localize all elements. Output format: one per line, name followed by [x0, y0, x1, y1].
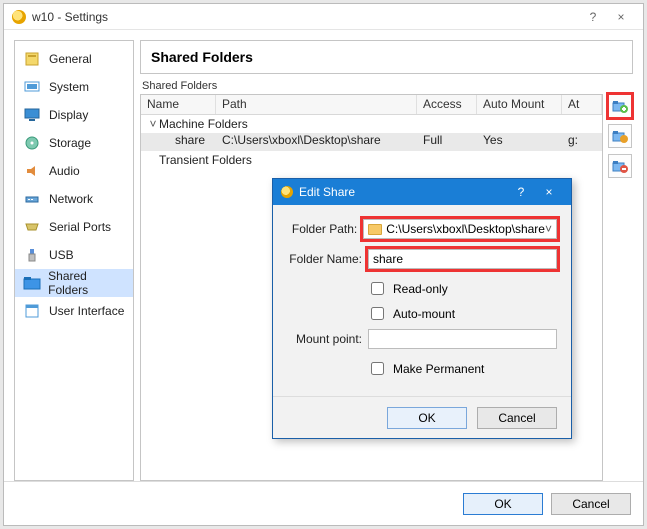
group-label: Shared Folders: [142, 80, 633, 92]
sidebar-item-label: USB: [49, 248, 74, 262]
sidebar-item-label: Network: [49, 192, 93, 206]
audio-icon: [21, 163, 43, 179]
folder-path-value: C:\Users\xboxl\Desktop\share: [386, 222, 545, 236]
sidebar-item-label: Serial Ports: [49, 220, 111, 234]
mount-point-row: Mount point:: [287, 329, 557, 349]
share-name: share: [141, 133, 216, 151]
shared-folders-icon: [21, 275, 42, 291]
make-permanent-checkbox[interactable]: [371, 362, 384, 375]
dialog-titlebar: Edit Share ? ×: [273, 179, 571, 205]
folder-path-combo[interactable]: C:\Users\xboxl\Desktop\share ˅: [363, 219, 557, 239]
sidebar-item-usb[interactable]: USB: [15, 241, 133, 269]
ok-button[interactable]: OK: [463, 493, 543, 515]
dialog-ok-button[interactable]: OK: [387, 407, 467, 429]
network-icon: [21, 191, 43, 207]
col-at[interactable]: At: [562, 95, 602, 114]
sidebar-item-label: Storage: [49, 136, 91, 150]
share-automount: Yes: [477, 133, 562, 151]
transient-folders-node[interactable]: Transient Folders: [141, 151, 602, 169]
read-only-row: Read-only: [287, 279, 557, 298]
list-toolbar: [607, 94, 633, 481]
edit-share-dialog: Edit Share ? × Folder Path: C:\Users\xbo…: [272, 178, 572, 439]
sidebar-item-label: Display: [49, 108, 88, 122]
tree-label: Machine Folders: [159, 117, 248, 131]
sidebar-item-label: System: [49, 80, 89, 94]
read-only-checkbox[interactable]: [371, 282, 384, 295]
folder-add-icon: [612, 99, 628, 113]
sidebar-item-user-interface[interactable]: User Interface: [15, 297, 133, 325]
page-title: Shared Folders: [140, 40, 633, 74]
auto-mount-checkbox[interactable]: [371, 307, 384, 320]
edit-share-button[interactable]: [608, 124, 632, 148]
sidebar-item-system[interactable]: System: [15, 73, 133, 101]
system-icon: [21, 79, 43, 95]
tree-label: Transient Folders: [159, 153, 252, 167]
serial-ports-icon: [21, 219, 43, 235]
folder-name-input[interactable]: share: [368, 249, 557, 269]
sidebar: General System Display Storage Audio Net…: [14, 40, 134, 481]
folder-path-row: Folder Path: C:\Users\xboxl\Desktop\shar…: [287, 219, 557, 239]
dialog-help-button[interactable]: ?: [507, 185, 535, 199]
col-path[interactable]: Path: [216, 95, 417, 114]
window-footer: OK Cancel: [4, 481, 643, 525]
folder-name-label: Folder Name:: [287, 252, 362, 266]
settings-window: w10 - Settings ? × General System Displa…: [3, 3, 644, 526]
storage-icon: [21, 135, 43, 151]
sidebar-item-network[interactable]: Network: [15, 185, 133, 213]
dialog-close-button[interactable]: ×: [535, 185, 563, 199]
sidebar-item-label: Shared Folders: [48, 269, 127, 297]
share-at: g:: [562, 133, 602, 151]
cancel-button[interactable]: Cancel: [551, 493, 631, 515]
sidebar-item-display[interactable]: Display: [15, 101, 133, 129]
add-share-button[interactable]: [608, 94, 632, 118]
titlebar: w10 - Settings ? ×: [4, 4, 643, 30]
sidebar-item-shared-folders[interactable]: Shared Folders: [15, 269, 133, 297]
display-icon: [21, 107, 43, 123]
app-icon: [281, 186, 293, 198]
sidebar-item-label: User Interface: [49, 304, 124, 318]
col-automount[interactable]: Auto Mount: [477, 95, 562, 114]
share-row[interactable]: share C:\Users\xboxl\Desktop\share Full …: [141, 133, 602, 151]
sidebar-item-label: Audio: [49, 164, 80, 178]
mount-point-input[interactable]: [368, 329, 557, 349]
dialog-footer: OK Cancel: [273, 396, 571, 438]
sidebar-item-audio[interactable]: Audio: [15, 157, 133, 185]
close-button[interactable]: ×: [607, 7, 635, 27]
machine-folders-node[interactable]: ˅ Machine Folders: [141, 115, 602, 133]
auto-mount-label: Auto-mount: [393, 307, 455, 321]
dialog-title: Edit Share: [299, 185, 355, 199]
folder-edit-icon: [612, 129, 628, 143]
folder-remove-icon: [612, 159, 628, 173]
auto-mount-row: Auto-mount: [287, 304, 557, 323]
remove-share-button[interactable]: [608, 154, 632, 178]
expand-icon[interactable]: ˅: [147, 117, 159, 131]
make-permanent-label: Make Permanent: [393, 362, 484, 376]
sidebar-item-serial-ports[interactable]: Serial Ports: [15, 213, 133, 241]
folder-icon: [368, 224, 382, 235]
col-access[interactable]: Access: [417, 95, 477, 114]
read-only-label: Read-only: [393, 282, 448, 296]
col-name[interactable]: Name: [141, 95, 216, 114]
share-path: C:\Users\xboxl\Desktop\share: [216, 133, 417, 151]
folder-path-label: Folder Path:: [287, 222, 357, 236]
chevron-down-icon: ˅: [545, 222, 552, 236]
window-title: w10 - Settings: [32, 10, 108, 24]
sidebar-item-label: General: [49, 52, 92, 66]
sidebar-item-general[interactable]: General: [15, 45, 133, 73]
dialog-cancel-button[interactable]: Cancel: [477, 407, 557, 429]
folder-name-row: Folder Name: share: [287, 249, 557, 269]
user-interface-icon: [21, 303, 43, 319]
usb-icon: [21, 247, 43, 263]
mount-point-label: Mount point:: [287, 332, 362, 346]
share-access: Full: [417, 133, 477, 151]
sidebar-item-storage[interactable]: Storage: [15, 129, 133, 157]
make-permanent-row: Make Permanent: [287, 359, 557, 378]
general-icon: [21, 51, 43, 67]
help-button[interactable]: ?: [579, 7, 607, 27]
app-icon: [12, 10, 26, 24]
list-header: Name Path Access Auto Mount At: [141, 95, 602, 115]
folder-name-value: share: [373, 252, 403, 266]
